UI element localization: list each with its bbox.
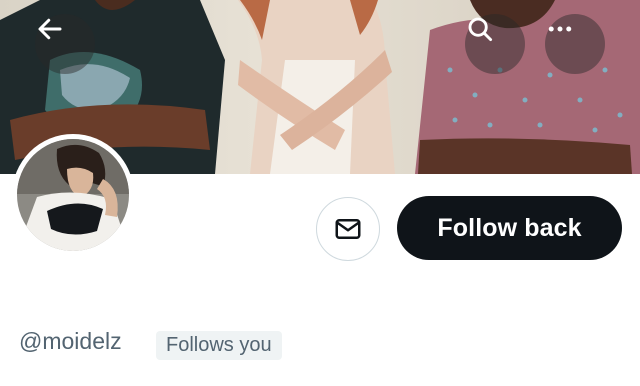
search-icon: [468, 17, 493, 42]
follows-you-badge: Follows you: [156, 331, 282, 360]
arrow-left-icon: [38, 18, 62, 40]
back-button[interactable]: [35, 14, 95, 74]
follow-back-button[interactable]: Follow back: [397, 196, 622, 260]
profile-handle: @moidelz: [19, 328, 122, 354]
profile-avatar[interactable]: [12, 134, 134, 256]
message-button[interactable]: [316, 197, 380, 261]
envelope-icon: [335, 219, 361, 239]
search-button[interactable]: [465, 14, 525, 74]
avatar-photo: [17, 139, 129, 251]
more-options-button[interactable]: [545, 14, 605, 74]
more-horizontal-icon: [548, 26, 572, 32]
